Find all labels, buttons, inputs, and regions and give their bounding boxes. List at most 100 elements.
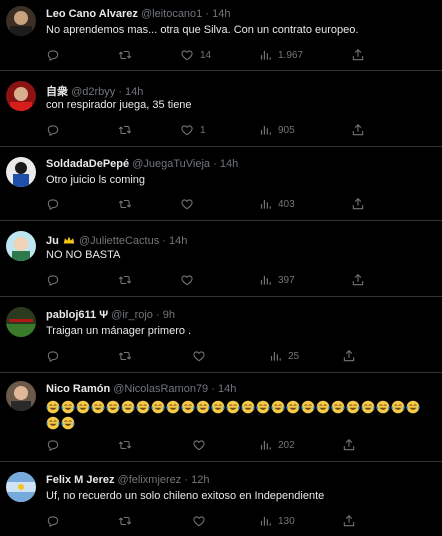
display-name[interactable]: Leo Cano Alvarez: [46, 8, 138, 20]
retweet-button[interactable]: [118, 348, 138, 364]
avatar[interactable]: [6, 231, 36, 261]
avatar[interactable]: [6, 472, 36, 502]
reply-button[interactable]: [46, 47, 66, 63]
display-name[interactable]: 自衆: [46, 86, 68, 98]
separator: ·: [211, 383, 215, 395]
laughing-crying-emoji-icon: [211, 400, 225, 413]
views-button[interactable]: 403: [258, 196, 295, 212]
share-button[interactable]: [351, 196, 365, 212]
laughing-crying-emoji-icon: [286, 400, 300, 413]
laughing-crying-emoji-icon: [346, 400, 360, 413]
timestamp[interactable]: 9h: [163, 309, 175, 321]
views-button[interactable]: 25: [268, 348, 299, 364]
handle[interactable]: @JulietteCactus: [79, 235, 159, 247]
timestamp[interactable]: 14h: [212, 8, 230, 20]
reply-icon: [47, 275, 59, 287]
share-button[interactable]: [342, 437, 356, 453]
views-button[interactable]: 397: [258, 272, 295, 288]
handle[interactable]: @ir_rojo: [111, 309, 153, 321]
share-button[interactable]: [342, 513, 356, 529]
reply-button[interactable]: [46, 437, 66, 453]
tweet[interactable]: Felix M Jerez @felixmjerez · 12h Uf, no …: [0, 462, 442, 536]
like-button[interactable]: [192, 513, 212, 529]
handle[interactable]: @JuegaTuVieja: [132, 158, 210, 170]
display-name[interactable]: pabloj611: [46, 309, 96, 321]
avatar[interactable]: [6, 381, 36, 411]
timestamp[interactable]: 14h: [220, 158, 238, 170]
retweet-button[interactable]: [118, 513, 138, 529]
like-button[interactable]: [192, 348, 212, 364]
like-button[interactable]: 14: [180, 47, 211, 63]
tweet[interactable]: SoldadaDePepé @JuegaTuVieja · 14h Otro j…: [0, 147, 442, 221]
share-button[interactable]: [351, 47, 365, 63]
action-bar: 130: [46, 513, 366, 529]
views-button[interactable]: 1.967: [258, 47, 303, 63]
retweet-button[interactable]: [118, 196, 138, 212]
retweet-button[interactable]: [118, 437, 138, 453]
reply-button[interactable]: [46, 122, 66, 138]
like-button[interactable]: [180, 272, 200, 288]
laughing-crying-emoji-icon: [61, 416, 75, 429]
handle[interactable]: @felixmjerez: [118, 474, 182, 486]
retweet-button[interactable]: [118, 47, 138, 63]
display-name[interactable]: Felix M Jerez: [46, 474, 114, 486]
avatar[interactable]: [6, 157, 36, 187]
laughing-crying-emoji-icon: [181, 400, 195, 413]
separator: ·: [162, 235, 166, 247]
tweet-header: Leo Cano Alvarez @leitocano1 · 14h: [46, 8, 230, 20]
avatar[interactable]: [6, 307, 36, 337]
views-button[interactable]: 905: [258, 122, 295, 138]
timestamp[interactable]: 12h: [191, 474, 209, 486]
views-icon: [260, 125, 271, 135]
display-name[interactable]: Nico Ramón: [46, 383, 110, 395]
laughing-crying-emoji-icon: [121, 400, 135, 413]
share-icon: [343, 515, 355, 527]
heart-icon: [193, 516, 205, 527]
timestamp[interactable]: 14h: [218, 383, 236, 395]
reply-button[interactable]: [46, 348, 66, 364]
share-button[interactable]: [351, 122, 365, 138]
reply-icon: [47, 351, 59, 363]
timestamp[interactable]: 14h: [169, 235, 187, 247]
display-name[interactable]: SoldadaDePepé: [46, 158, 129, 170]
views-icon: [270, 351, 281, 361]
heart-icon: [193, 440, 205, 451]
tweet[interactable]: Ju @JulietteCactus · 14h NO NO BASTA 397: [0, 221, 442, 297]
tweet-text: con respirador juega, 35 tiene: [46, 99, 192, 111]
separator: ·: [213, 158, 217, 170]
tweet[interactable]: pabloj611 Ψ @ir_rojo · 9h Traigan un mán…: [0, 297, 442, 373]
handle[interactable]: @d2rbyy: [71, 86, 115, 98]
tweet-header: 自衆 @d2rbyy · 14h: [46, 83, 143, 99]
retweet-icon: [118, 125, 132, 135]
avatar[interactable]: [6, 6, 36, 36]
laughing-crying-emoji-icon: [151, 400, 165, 413]
like-button[interactable]: [192, 437, 212, 453]
avatar[interactable]: [6, 81, 36, 111]
reply-icon: [47, 516, 59, 528]
laughing-crying-emoji-icon: [91, 400, 105, 413]
tweet[interactable]: Nico Ramón @NicolasRamon79 · 14h 202: [0, 373, 442, 462]
reply-button[interactable]: [46, 513, 66, 529]
share-icon: [343, 439, 355, 451]
views-button[interactable]: 130: [258, 513, 295, 529]
heart-icon: [193, 351, 205, 362]
retweet-icon: [118, 199, 132, 209]
action-bar: 397: [46, 272, 366, 288]
tweet-text: No aprendemos mas... otra que Silva. Con…: [46, 24, 359, 36]
reply-button[interactable]: [46, 196, 66, 212]
share-button[interactable]: [351, 272, 365, 288]
like-button[interactable]: [180, 196, 200, 212]
timestamp[interactable]: 14h: [125, 86, 143, 98]
views-icon: [260, 275, 271, 285]
retweet-button[interactable]: [118, 122, 138, 138]
reply-button[interactable]: [46, 272, 66, 288]
handle[interactable]: @NicolasRamon79: [113, 383, 208, 395]
views-button[interactable]: 202: [258, 437, 295, 453]
share-button[interactable]: [342, 348, 356, 364]
like-button[interactable]: 1: [180, 122, 206, 138]
tweet[interactable]: 自衆 @d2rbyy · 14h con respirador juega, 3…: [0, 71, 442, 147]
handle[interactable]: @leitocano1: [141, 8, 202, 20]
tweet[interactable]: Leo Cano Alvarez @leitocano1 · 14h No ap…: [0, 0, 442, 71]
retweet-button[interactable]: [118, 272, 138, 288]
display-name[interactable]: Ju: [46, 235, 59, 247]
